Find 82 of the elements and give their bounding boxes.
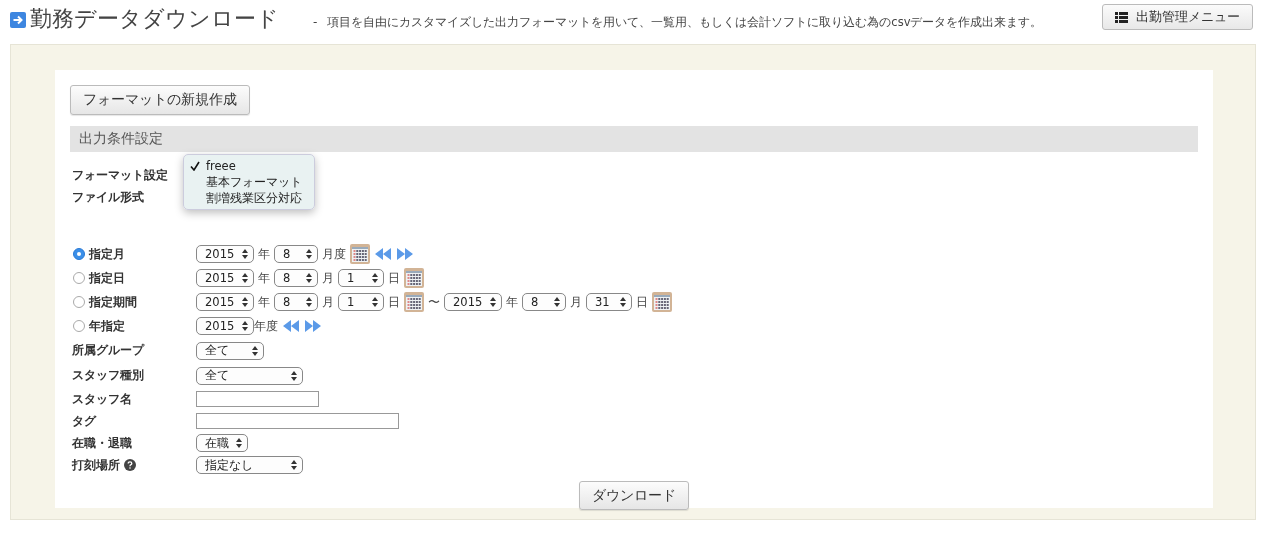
stepper-icon — [306, 249, 312, 259]
arrow-icon — [10, 12, 26, 28]
dropdown-select[interactable]: 指定なし — [196, 456, 303, 474]
radio-label: 指定月 — [89, 245, 125, 263]
unit-label: 日 — [388, 293, 400, 311]
unit-label: 月 — [322, 293, 334, 311]
unit-label: 〜 — [428, 293, 440, 311]
month-select[interactable]: 8 — [274, 293, 318, 311]
stepper-icon — [242, 297, 248, 307]
stepper-icon — [242, 273, 248, 283]
new-format-button[interactable]: フォーマットの新規作成 — [70, 85, 250, 115]
stepper-icon — [306, 297, 312, 307]
dropdown-select[interactable]: 全て — [196, 366, 303, 385]
field-label: ファイル形式 — [71, 188, 145, 206]
unit-label: 年 — [258, 269, 270, 287]
stepper-icon — [242, 249, 248, 259]
stepper-icon — [372, 273, 378, 283]
radio-button[interactable] — [73, 320, 85, 332]
stepper-icon — [306, 273, 312, 283]
field-label: タグ — [72, 412, 96, 430]
unit-label: 年 — [506, 293, 518, 311]
download-button[interactable]: ダウンロード — [579, 481, 689, 510]
help-icon[interactable] — [124, 459, 136, 471]
dropdown-option[interactable]: freee — [184, 158, 314, 174]
stepper-icon — [490, 297, 496, 307]
input-field[interactable] — [196, 413, 399, 429]
year-select[interactable]: 2015 — [444, 293, 502, 311]
field-label: フォーマット設定 — [71, 166, 169, 184]
stepper-icon — [252, 345, 258, 356]
month-select[interactable]: 8 — [522, 293, 566, 311]
dropdown-option[interactable]: 割増残業区分対応 — [184, 190, 314, 206]
radio-button[interactable] — [73, 296, 85, 308]
stepper-icon — [236, 438, 242, 448]
prev-next-arrows-icon[interactable] — [282, 320, 322, 332]
unit-label: 年度 — [254, 317, 278, 335]
page-description: 項目を自由にカスタマイズした出力フォーマットを用いて、一覧用、もしくは会計ソフトに取り込む為のcsvデータを作成出来ます。 — [327, 14, 1043, 30]
day-select[interactable]: 1 — [338, 293, 384, 311]
unit-label: 月 — [322, 269, 334, 287]
calendar-icon[interactable] — [350, 244, 370, 264]
radio-button[interactable] — [73, 248, 85, 260]
year-select[interactable]: 2015 — [196, 317, 254, 335]
section-header: 出力条件設定 — [70, 126, 1198, 152]
radio-label: 年指定 — [89, 317, 125, 335]
calendar-icon[interactable] — [652, 292, 672, 312]
prev-next-arrows-icon[interactable] — [374, 248, 414, 260]
year-select[interactable]: 2015 — [196, 293, 254, 311]
year-select[interactable]: 2015 — [196, 245, 254, 263]
calendar-icon[interactable] — [404, 292, 424, 312]
field-label: 所属グループ — [72, 342, 144, 359]
month-select[interactable]: 8 — [274, 245, 318, 263]
radio-label: 指定日 — [89, 269, 125, 287]
separator-dash: - — [313, 15, 318, 29]
calendar-icon[interactable] — [404, 268, 424, 288]
dropdown-option[interactable]: 基本フォーマット — [184, 174, 314, 190]
input-field[interactable] — [196, 391, 319, 407]
unit-label: 月 — [570, 293, 582, 311]
year-select[interactable]: 2015 — [196, 269, 254, 287]
unit-label: 月度 — [322, 245, 346, 263]
list-icon — [1115, 11, 1128, 23]
dropdown-select[interactable]: 在職 — [196, 434, 248, 452]
day-select[interactable]: 31 — [586, 293, 632, 311]
dropdown-select[interactable]: 全て — [196, 341, 264, 360]
field-label: 打刻場所 — [72, 456, 120, 474]
unit-label: 日 — [388, 269, 400, 287]
radio-button[interactable] — [73, 272, 85, 284]
radio-label: 指定期間 — [89, 293, 137, 311]
field-label: スタッフ名 — [72, 390, 132, 408]
stepper-icon — [291, 370, 297, 381]
menu-button[interactable]: 出勤管理メニュー — [1102, 4, 1253, 30]
unit-label: 年 — [258, 293, 270, 311]
field-label: 在職・退職 — [72, 434, 132, 452]
stepper-icon — [291, 460, 297, 470]
day-select[interactable]: 1 — [338, 269, 384, 287]
stepper-icon — [554, 297, 560, 307]
unit-label: 年 — [258, 245, 270, 263]
field-label: スタッフ種別 — [72, 367, 144, 384]
unit-label: 日 — [636, 293, 648, 311]
month-select[interactable]: 8 — [274, 269, 318, 287]
stepper-icon — [372, 297, 378, 307]
page-title: 勤務データダウンロード — [30, 5, 279, 33]
stepper-icon — [620, 297, 626, 307]
stepper-icon — [242, 321, 248, 331]
